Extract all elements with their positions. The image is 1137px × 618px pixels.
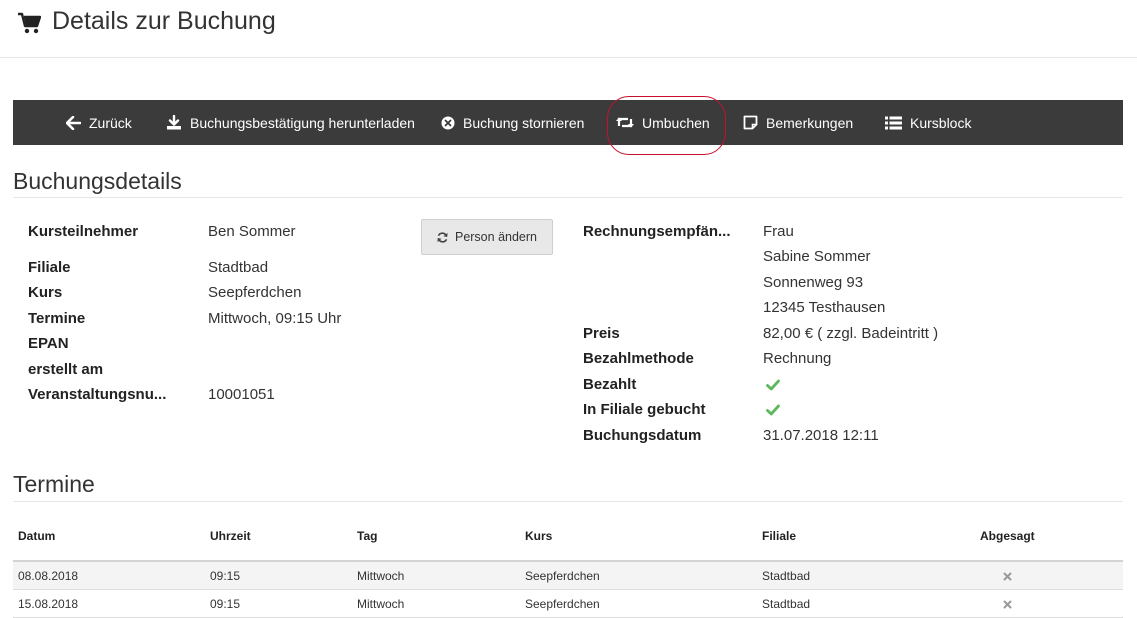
- cell-day: Mittwoch: [357, 569, 405, 583]
- col-header-cancelled[interactable]: Abgesagt: [980, 529, 1035, 543]
- col-header-course[interactable]: Kurs: [525, 529, 552, 543]
- branch-booked-label: In Filiale gebucht: [583, 401, 706, 418]
- booking-details-title: Buchungsdetails: [13, 168, 182, 194]
- cancel-booking-button[interactable]: Buchung stornieren: [441, 100, 584, 145]
- cell-time: 09:15: [210, 597, 241, 611]
- cell-time: 09:15: [210, 569, 241, 583]
- arrow-left-icon: [66, 115, 81, 130]
- col-header-branch[interactable]: Filiale: [762, 529, 796, 543]
- retweet-icon: [616, 117, 634, 128]
- col-header-date[interactable]: Datum: [18, 529, 55, 543]
- cancel-row-icon[interactable]: [1003, 572, 1012, 581]
- dates-value: Mittwoch, 09:15 Uhr: [208, 310, 342, 327]
- cell-date: 15.08.2018: [18, 597, 79, 611]
- booking-date-value: 31.07.2018 12:11: [763, 427, 879, 444]
- course-block-button[interactable]: Kursblock: [885, 100, 971, 145]
- appointments-title: Termine: [13, 471, 95, 497]
- page-title: Details zur Buchung: [52, 7, 276, 35]
- col-header-time[interactable]: Uhrzeit: [210, 529, 251, 543]
- price-label: Preis: [583, 325, 620, 342]
- payment-method-label: Bezahlmethode: [583, 350, 694, 367]
- participant-value: Ben Sommer: [208, 223, 296, 240]
- paid-label: Bezahlt: [583, 376, 637, 393]
- change-person-label: Person ändern: [454, 230, 537, 244]
- participant-label: Kursteilnehmer: [28, 223, 139, 240]
- download-confirmation-button[interactable]: Buchungsbestätigung herunterladen: [166, 100, 415, 145]
- list-icon: [885, 116, 902, 129]
- back-button[interactable]: Zurück: [66, 100, 132, 145]
- paid-check-icon: [766, 379, 780, 391]
- created-label: erstellt am: [28, 361, 104, 378]
- col-header-day[interactable]: Tag: [357, 529, 377, 543]
- refresh-icon: [437, 231, 448, 243]
- course-value: Seepferdchen: [208, 284, 302, 301]
- recipient-label: Rechnungsempfän...: [583, 223, 731, 240]
- section-divider: [13, 501, 1123, 502]
- notes-label: Bemerkungen: [766, 114, 854, 131]
- recipient-name: Sabine Sommer: [763, 248, 871, 265]
- action-toolbar: Zurück Buchungsbestätigung herunterladen…: [13, 100, 1123, 145]
- recipient-salutation: Frau: [763, 223, 794, 240]
- table-row-rule: [13, 589, 1123, 590]
- cell-branch: Stadtbad: [762, 569, 811, 583]
- recipient-street: Sonnenweg 93: [763, 274, 864, 291]
- course-label: Kurs: [28, 284, 63, 301]
- cell-course: Seepferdchen: [525, 597, 600, 611]
- dates-label: Termine: [28, 310, 86, 327]
- rebook-label: Umbuchen: [642, 114, 710, 131]
- section-divider: [13, 197, 1123, 198]
- branch-value: Stadtbad: [208, 259, 269, 276]
- download-label: Buchungsbestätigung herunterladen: [190, 114, 415, 131]
- recipient-city: 12345 Testhausen: [763, 299, 886, 316]
- cell-day: Mittwoch: [357, 597, 405, 611]
- change-person-button[interactable]: Person ändern: [421, 219, 553, 255]
- booking-date-label: Buchungsdatum: [583, 427, 702, 444]
- event-number-label: Veranstaltungsnu...: [28, 386, 167, 403]
- back-label: Zurück: [89, 114, 132, 131]
- cancel-label: Buchung stornieren: [463, 114, 585, 131]
- x-circle-icon: [441, 116, 455, 129]
- cart-icon: [18, 12, 41, 34]
- event-number-value: 10001051: [208, 386, 275, 403]
- cell-branch: Stadtbad: [762, 597, 811, 611]
- download-icon: [167, 115, 181, 130]
- branch-booked-check-icon: [766, 404, 780, 416]
- sticky-note-icon: [743, 115, 758, 130]
- payment-method-value: Rechnung: [763, 350, 832, 367]
- notes-button[interactable]: Bemerkungen: [743, 100, 853, 145]
- cancel-row-icon[interactable]: [1003, 600, 1012, 609]
- course-block-label: Kursblock: [910, 114, 972, 131]
- epan-label: EPAN: [28, 335, 69, 352]
- cell-course: Seepferdchen: [525, 569, 600, 583]
- price-value: 82,00 € ( zzgl. Badeintritt ): [763, 325, 939, 342]
- branch-label: Filiale: [28, 259, 71, 276]
- cell-date: 08.08.2018: [18, 569, 79, 583]
- page-header: Details zur Buchung: [0, 0, 1137, 58]
- rebook-button[interactable]: Umbuchen: [616, 100, 710, 145]
